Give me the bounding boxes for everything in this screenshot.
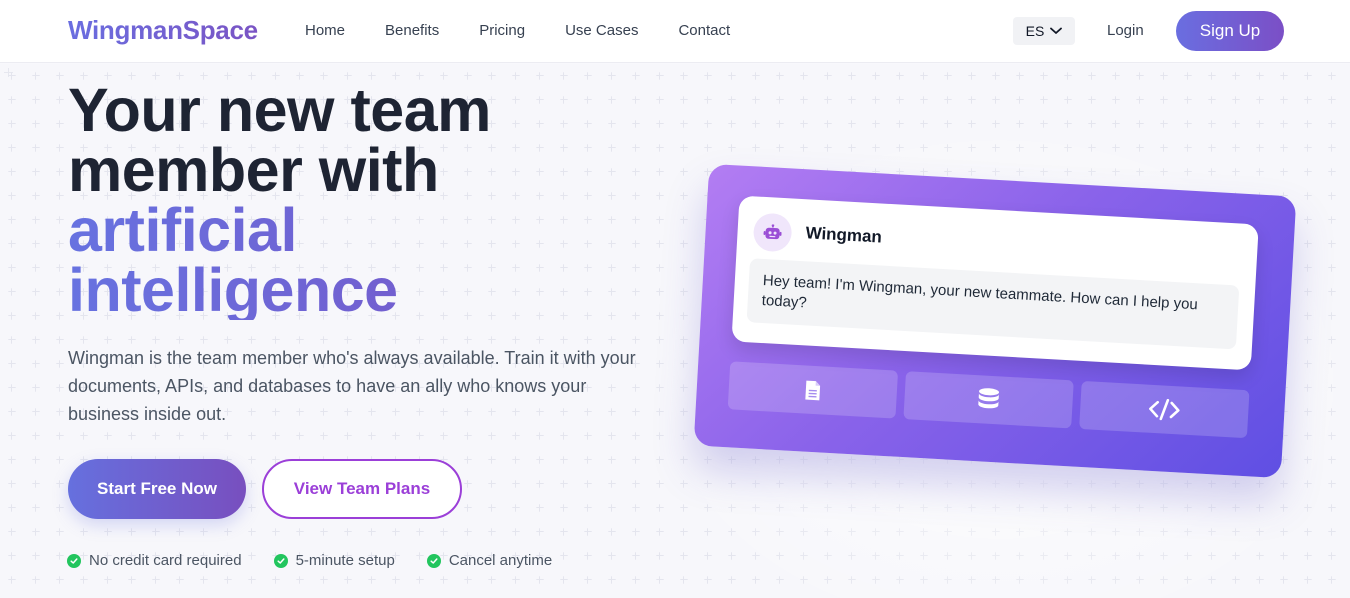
code-tile [1079, 380, 1250, 439]
perk-label: No credit card required [89, 552, 242, 569]
check-circle-icon [67, 553, 81, 568]
perk-item: No credit card required [67, 552, 242, 569]
robot-icon [763, 224, 782, 240]
hero-title: Your new team member with artificial int… [68, 76, 628, 321]
check-circle-icon [273, 553, 288, 568]
hero-description: Wingman is the team member who's always … [68, 348, 636, 424]
documents-tile [727, 361, 899, 419]
integration-tiles [727, 361, 1258, 439]
chat-preview-card: Wingman Hey team! I'm Wingman, your new … [693, 163, 1297, 479]
hero-title-accent: intelligence [68, 260, 628, 321]
start-free-button[interactable]: Start Free Now [68, 459, 246, 519]
chat-card-body: Wingman Hey team! I'm Wingman, your new … [693, 163, 1297, 479]
chat-window: Wingman Hey team! I'm Wingman, your new … [731, 195, 1259, 371]
language-code: ES [1025, 23, 1045, 39]
hero-title-line: member with [68, 136, 439, 204]
chevron-down-icon [1050, 27, 1063, 34]
bot-name: Wingman [805, 223, 883, 247]
hero-title-line: Your new team [68, 76, 491, 144]
brand-logo[interactable]: WingmanSpace [68, 15, 258, 46]
chat-message-bubble: Hey team! I'm Wingman, your new teammate… [746, 258, 1240, 350]
bot-avatar [752, 212, 793, 253]
signup-button[interactable]: Sign Up [1176, 11, 1284, 51]
nav-benefits-link[interactable]: Benefits [385, 22, 439, 39]
perk-label: Cancel anytime [448, 552, 553, 569]
perk-item: 5-minute setup [273, 552, 395, 569]
view-team-plans-button[interactable]: View Team Plans [262, 459, 462, 519]
check-circle-icon [426, 553, 441, 568]
login-link[interactable]: Login [1107, 22, 1144, 39]
main-nav: Home Benefits Pricing Use Cases Contact [305, 22, 770, 39]
top-navbar: WingmanSpace Home Benefits Pricing Use C… [0, 0, 1350, 63]
perks-list: No credit card required 5-minute setup C… [67, 552, 584, 569]
language-selector[interactable]: ES [1013, 17, 1075, 45]
nav-contact-link[interactable]: Contact [678, 22, 730, 39]
perk-label: 5-minute setup [295, 552, 395, 569]
perk-item: Cancel anytime [426, 552, 553, 569]
hero-title-accent: artificial [68, 200, 628, 261]
nav-pricing-link[interactable]: Pricing [479, 22, 525, 39]
database-icon [978, 388, 1000, 409]
nav-use-cases-link[interactable]: Use Cases [565, 22, 638, 39]
code-icon [1149, 398, 1180, 421]
document-icon [805, 380, 821, 400]
nav-home-link[interactable]: Home [305, 22, 345, 39]
database-tile [903, 371, 1074, 429]
